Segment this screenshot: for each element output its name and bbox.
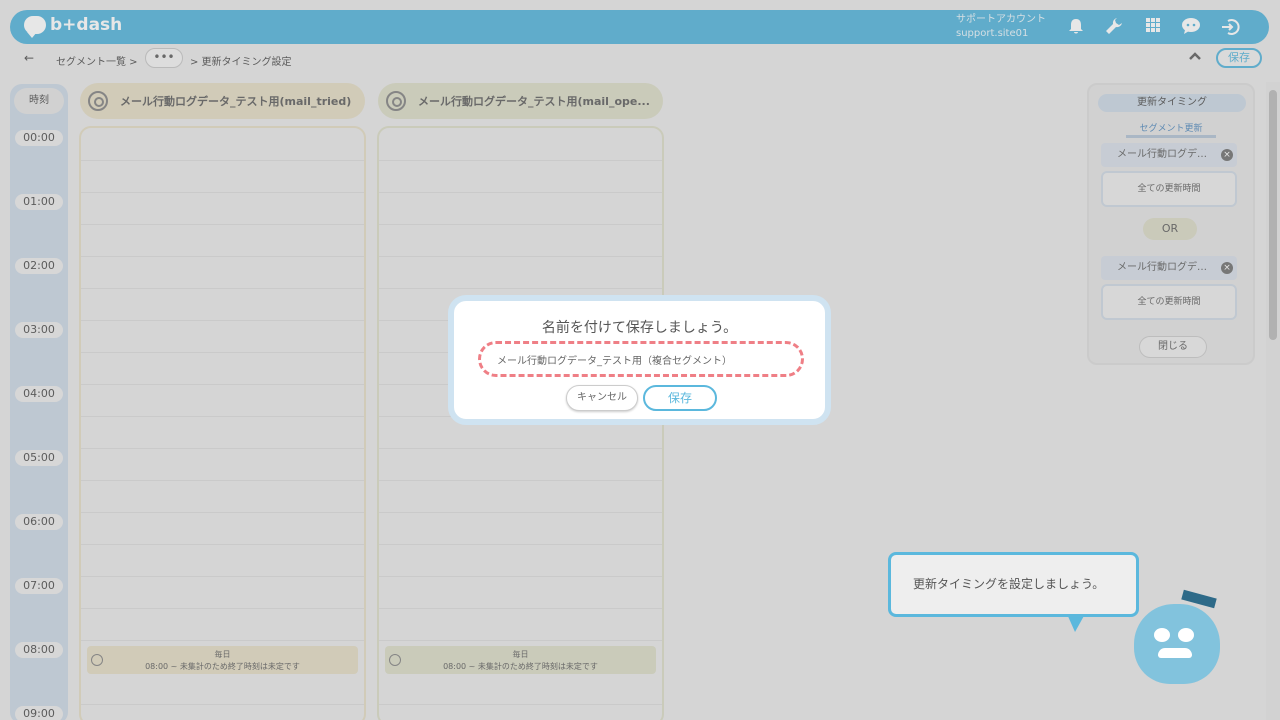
dialog-title: 名前を付けて保存しましょう。	[541, 320, 738, 336]
save-name-dialog: 名前を付けて保存しましょう。 キャンセル 保存	[448, 295, 831, 425]
hint-bubble: 更新タイミングを設定しましょう。	[888, 552, 1139, 632]
mascot-eye	[1154, 628, 1170, 642]
mascot-mustache	[1158, 648, 1192, 658]
cancel-button[interactable]: キャンセル	[566, 385, 638, 411]
segment-name-input[interactable]	[478, 341, 804, 377]
mascot-icon[interactable]	[1134, 589, 1220, 684]
dialog-save-button[interactable]: 保存	[643, 385, 717, 411]
hint-text: 更新タイミングを設定しましょう。	[913, 577, 1105, 591]
mascot-eye	[1178, 628, 1194, 642]
